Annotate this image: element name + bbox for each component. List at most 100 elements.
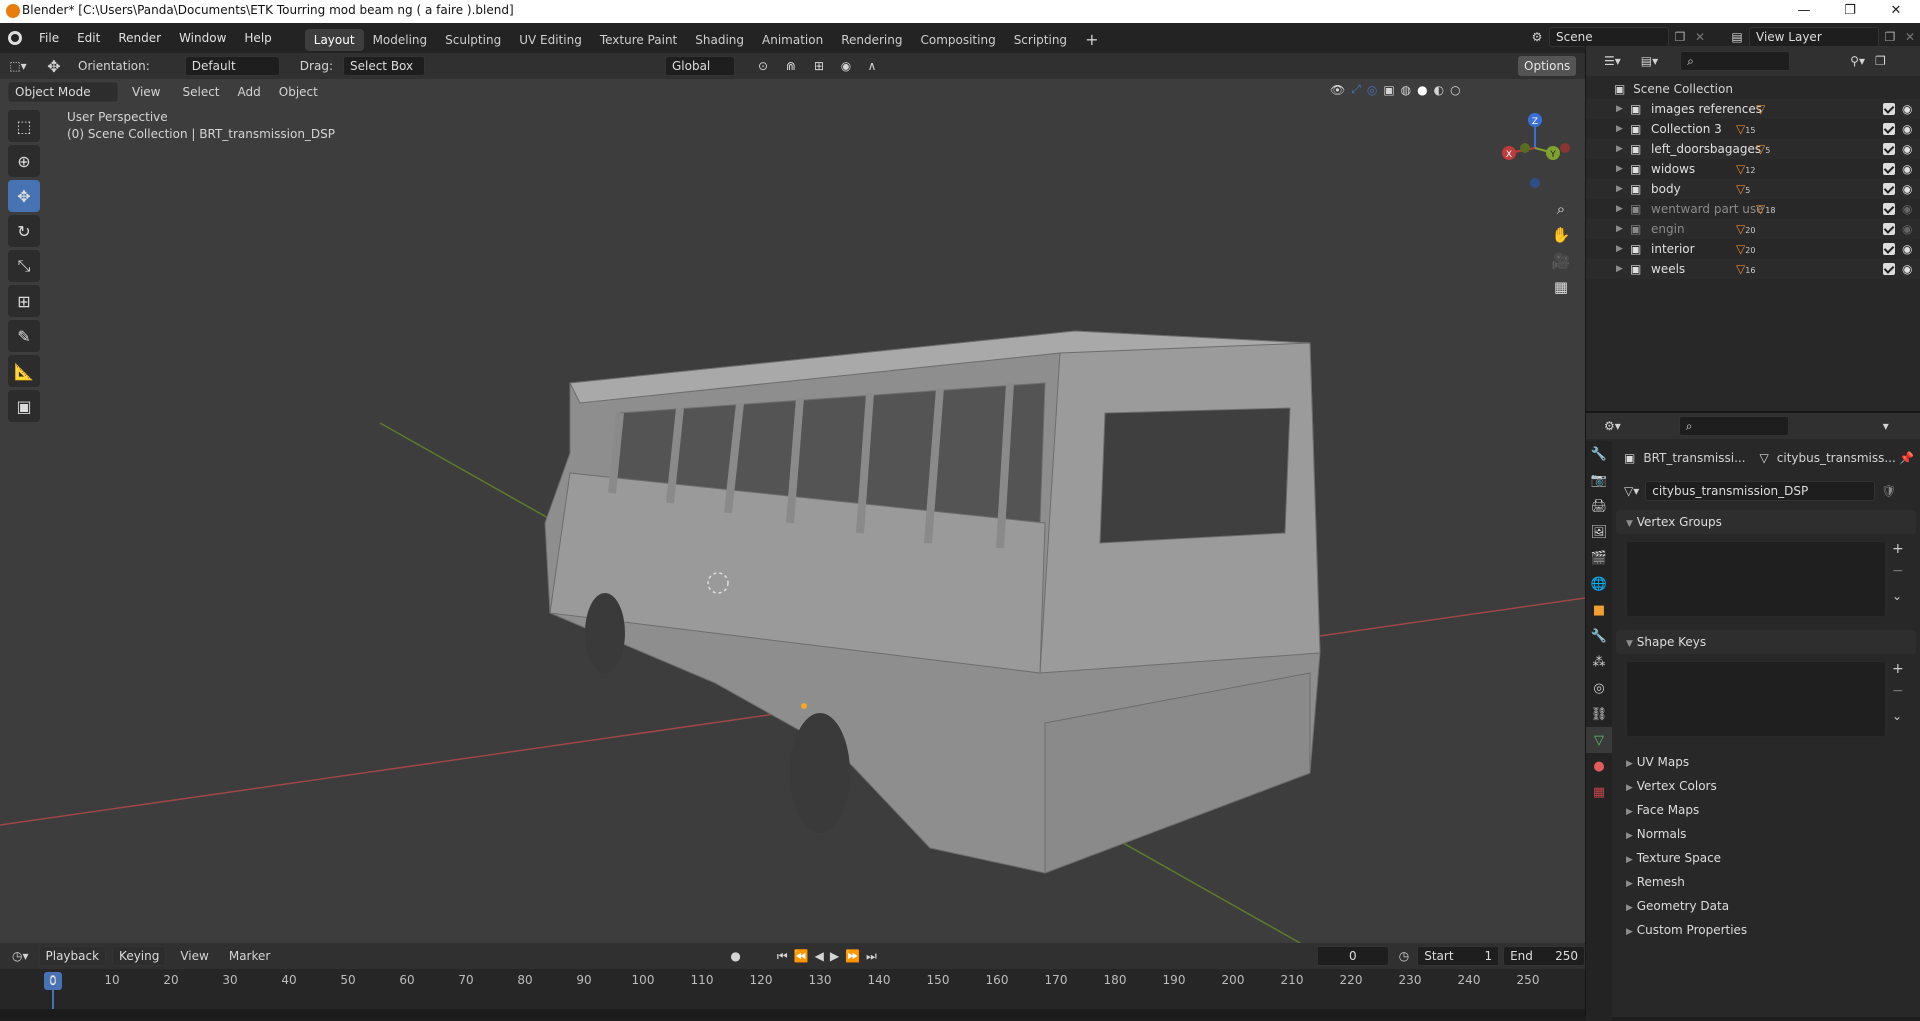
properties-editor-icon[interactable]: ⚙▾ — [1604, 419, 1621, 433]
timeline-menu-marker[interactable]: Marker — [229, 949, 270, 963]
exclude-checkbox[interactable] — [1883, 263, 1895, 275]
workspace-tab-texture-paint[interactable]: Texture Paint — [591, 29, 686, 51]
current-frame-field[interactable]: 0 — [1316, 946, 1389, 966]
panel-header-collapsed[interactable]: ▶ Geometry Data — [1616, 894, 1916, 918]
scene-tab-icon[interactable]: 🎬 — [1586, 545, 1612, 571]
expand-arrow-icon[interactable]: ▶ — [1616, 99, 1623, 119]
viewport-menu-object[interactable]: Object — [279, 85, 318, 99]
panel-header-collapsed[interactable]: ▶ Face Maps — [1616, 798, 1916, 822]
vertex-group-menu-icon[interactable]: ⌄ — [1892, 589, 1902, 603]
outliner-row[interactable]: ▶ ▣ images references ▽ ◉ — [1586, 99, 1920, 119]
workspace-tab-modeling[interactable]: Modeling — [364, 29, 437, 51]
solid-shading-icon[interactable]: ● — [1417, 83, 1427, 97]
panel-header-collapsed[interactable]: ▶ Remesh — [1616, 870, 1916, 894]
expand-arrow-icon[interactable]: ▶ — [1616, 119, 1623, 139]
timeline-editor-icon[interactable]: ◷▾ — [12, 949, 29, 963]
delete-scene-icon[interactable]: ✕ — [1691, 30, 1709, 44]
outliner-row[interactable]: ▶ ▣ left_doorsbagages ▽5 ◉ — [1586, 139, 1920, 159]
perspective-grid-icon[interactable]: ▦ — [1548, 274, 1574, 300]
maximize-button[interactable]: ❐ — [1827, 0, 1873, 23]
workspace-tab-animation[interactable]: Animation — [753, 29, 832, 51]
pivot-point-icon[interactable]: ⊙ — [749, 59, 777, 73]
vertex-groups-list[interactable] — [1626, 541, 1886, 617]
display-mode-icon[interactable]: ▤▾ — [1641, 54, 1658, 68]
close-window-button[interactable]: ✕ — [1873, 0, 1919, 23]
workspace-tab-layout[interactable]: Layout — [304, 29, 364, 51]
vertex-group-add-icon[interactable]: + — [1892, 541, 1904, 557]
move-tool-icon[interactable]: ✥ — [36, 57, 72, 76]
add-workspace-icon[interactable]: + — [1076, 29, 1107, 51]
scene-icon[interactable]: ⚙ — [1525, 30, 1549, 44]
hide-eye-icon[interactable]: ◉ — [1902, 99, 1912, 119]
material-tab-icon[interactable]: ● — [1586, 753, 1612, 779]
workspace-tab-compositing[interactable]: Compositing — [911, 29, 1004, 51]
output-tab-icon[interactable]: 🖨 — [1586, 493, 1612, 519]
new-collection-icon[interactable]: ❐ — [1875, 54, 1886, 68]
select-box-tool-icon[interactable]: ⬚ — [8, 110, 40, 142]
exclude-checkbox[interactable] — [1883, 103, 1895, 115]
rotate-tool-icon[interactable]: ↻ — [8, 215, 40, 247]
view-layer-tab-icon[interactable]: 🖼 — [1586, 519, 1612, 545]
blender-menu-icon[interactable] — [0, 23, 30, 53]
shape-key-remove-icon[interactable]: − — [1892, 683, 1904, 699]
camera-view-icon[interactable]: 🎥 — [1548, 248, 1574, 274]
panel-header-collapsed[interactable]: ▶ UV Maps — [1616, 750, 1916, 774]
outliner-row[interactable]: ▶ ▣ body ▽5 ◉ — [1586, 179, 1920, 199]
workspace-tab-sculpting[interactable]: Sculpting — [436, 29, 510, 51]
hide-eye-icon[interactable]: ◉ — [1902, 139, 1912, 159]
new-scene-icon[interactable]: ❐ — [1669, 30, 1691, 44]
start-frame-field[interactable]: Start 1 — [1417, 946, 1500, 966]
texture-tab-icon[interactable]: ▦ — [1586, 779, 1612, 805]
expand-arrow-icon[interactable]: ▶ — [1616, 199, 1623, 219]
transform-tool-icon[interactable]: ⊞ — [8, 285, 40, 317]
navigation-gizmo[interactable]: Z X Y — [1495, 108, 1575, 188]
exclude-checkbox[interactable] — [1883, 223, 1895, 235]
mesh-data-tab-icon[interactable]: ▽ — [1586, 727, 1612, 753]
orientation-dropdown[interactable]: Default — [184, 56, 280, 76]
fake-user-icon[interactable]: 🛡 — [1881, 484, 1896, 498]
annotate-tool-icon[interactable]: ✎ — [8, 320, 40, 352]
exclude-checkbox[interactable] — [1883, 123, 1895, 135]
object-name-label[interactable]: BRT_transmissi... — [1643, 451, 1745, 465]
outliner-row[interactable]: ▶ ▣ widows ▽12 ◉ — [1586, 159, 1920, 179]
editor-type-icon[interactable]: ⬚▾ — [0, 59, 36, 73]
object-mode-dropdown[interactable]: Object Mode — [8, 82, 118, 102]
expand-arrow-icon[interactable]: ▶ — [1616, 159, 1623, 179]
exclude-checkbox[interactable] — [1883, 203, 1895, 215]
properties-options-icon[interactable]: ▾ — [1883, 419, 1889, 433]
shape-key-add-icon[interactable]: + — [1892, 661, 1904, 677]
object-tab-icon[interactable]: ■ — [1586, 597, 1612, 623]
jump-start-icon[interactable]: ⏮ — [777, 949, 788, 964]
wireframe-shading-icon[interactable]: ◍ — [1401, 83, 1411, 97]
outliner-row[interactable]: ▶ ▣ engin ▽20 ◉ — [1586, 219, 1920, 239]
world-tab-icon[interactable]: 🌐 — [1586, 571, 1612, 597]
physics-tab-icon[interactable]: ◎ — [1586, 675, 1612, 701]
panel-header-collapsed[interactable]: ▶ Normals — [1616, 822, 1916, 846]
material-shading-icon[interactable]: ◐ — [1434, 83, 1444, 97]
scale-tool-icon[interactable]: ⤡ — [8, 250, 40, 282]
timeline-menu-view[interactable]: View — [180, 949, 208, 963]
hide-eye-icon[interactable]: ◉ — [1902, 199, 1912, 219]
hide-eye-icon[interactable]: ◉ — [1902, 179, 1912, 199]
mesh-name-field[interactable]: citybus_transmission_DSP — [1645, 481, 1876, 501]
vertex-groups-panel-header[interactable]: ▼ Vertex Groups — [1616, 510, 1916, 534]
mesh-name-label[interactable]: citybus_transmiss... — [1777, 451, 1896, 465]
rendered-shading-icon[interactable]: ○ — [1450, 83, 1460, 97]
vertex-group-remove-icon[interactable]: − — [1892, 563, 1904, 579]
hide-eye-icon[interactable]: ◉ — [1902, 219, 1912, 239]
expand-arrow-icon[interactable]: ▶ — [1616, 179, 1623, 199]
pin-icon[interactable]: 📌 — [1899, 451, 1914, 465]
tool-tab-icon[interactable]: 🔧 — [1586, 441, 1612, 467]
workspace-tab-shading[interactable]: Shading — [686, 29, 753, 51]
auto-keying-icon[interactable]: ● — [730, 949, 740, 963]
menu-window[interactable]: Window — [170, 23, 235, 53]
timeline-scrollbar[interactable] — [0, 1009, 1585, 1017]
outliner-row[interactable]: ▶ ▣ interior ▽20 ◉ — [1586, 239, 1920, 259]
expand-arrow-icon[interactable]: ▶ — [1616, 219, 1623, 239]
jump-keyframe-back-icon[interactable]: ⏪ — [794, 949, 809, 963]
cursor-tool-icon[interactable]: ⊕ — [8, 145, 40, 177]
menu-render[interactable]: Render — [109, 23, 170, 53]
viewport-menu-add[interactable]: Add — [238, 85, 261, 99]
mesh-browse-icon[interactable]: ▽▾ — [1624, 484, 1639, 498]
zoom-icon[interactable]: ⌕ — [1548, 196, 1574, 222]
